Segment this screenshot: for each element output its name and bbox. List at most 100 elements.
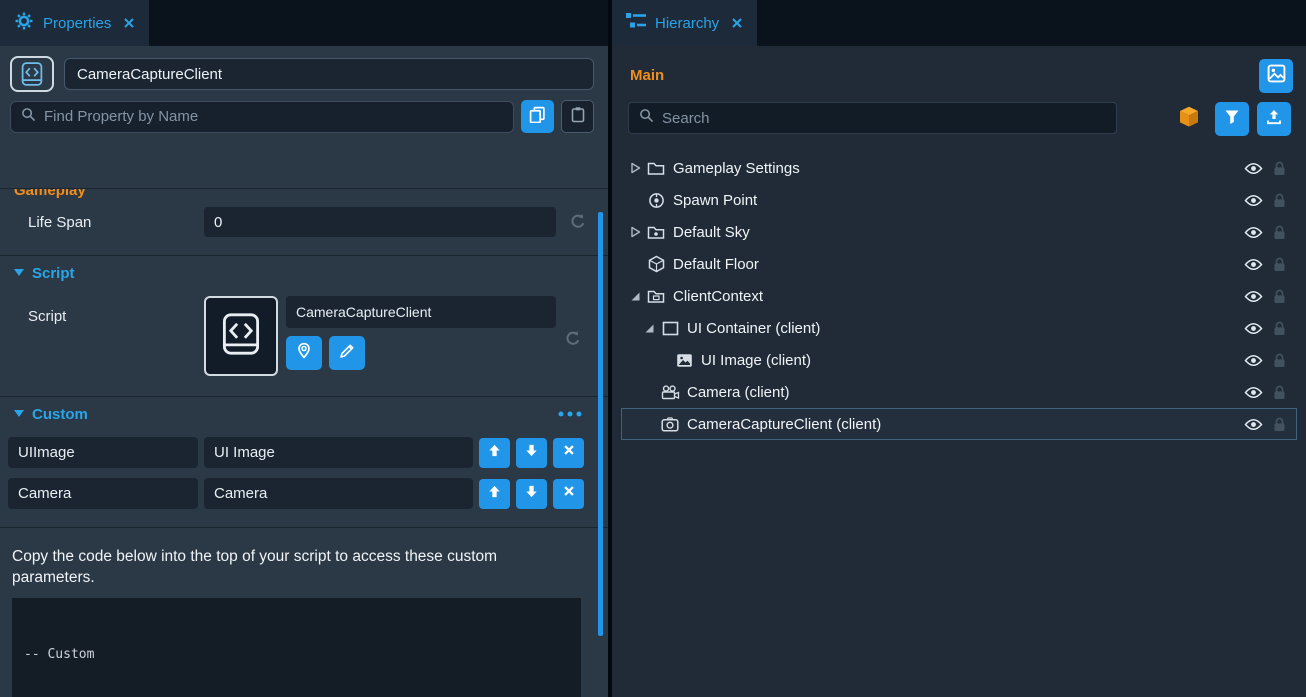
visibility-eye-icon[interactable] [1240,226,1266,239]
upload-icon [1266,109,1282,130]
script-asset-button[interactable] [204,296,278,376]
lock-icon[interactable] [1266,289,1292,304]
tree-row[interactable]: ClientContext [621,280,1297,312]
lock-icon[interactable] [1266,257,1292,272]
visibility-eye-icon[interactable] [1240,322,1266,335]
properties-tabbar: Properties [0,0,608,46]
expander-collapsed-icon[interactable] [627,162,644,174]
script-value-field[interactable]: CameraCaptureClient [286,296,556,328]
tab-properties-label: Properties [43,15,111,32]
visibility-eye-icon[interactable] [1240,354,1266,367]
tree-item-label: Gameplay Settings [673,160,1240,177]
folder-sky-icon [644,224,668,240]
tree-item-label: UI Container (client) [687,320,1240,337]
folder-client-icon [644,288,668,304]
custom-property-name-field[interactable]: UIImage [8,437,198,468]
upload-button[interactable] [1257,102,1291,136]
lock-icon[interactable] [1266,417,1292,432]
tree-row[interactable]: UI Image (client) [621,344,1297,376]
collapse-triangle-icon[interactable] [14,264,24,282]
spawn-point-icon [644,192,668,209]
hierarchy-body: Main [612,46,1306,697]
visibility-eye-icon[interactable] [1240,418,1266,431]
tree-item-label: Default Floor [673,256,1240,273]
lock-icon[interactable] [1266,353,1292,368]
reset-circular-arrow-icon[interactable] [564,330,582,348]
move-down-button[interactable] [516,438,547,468]
code-line: -- Custom [24,646,569,664]
code-snippet[interactable]: -- Custom local UIIMAGE = script:GetCust… [12,598,581,697]
tree-row[interactable]: Default Sky [621,216,1297,248]
tree-row[interactable]: Default Floor [621,248,1297,280]
filter-button[interactable] [1215,102,1249,136]
visibility-eye-icon[interactable] [1240,162,1266,175]
edit-script-button[interactable] [329,336,365,370]
scene-name-label: Main [630,67,664,84]
copy-properties-button[interactable] [521,100,554,133]
hierarchy-panel: Hierarchy Main [612,0,1306,697]
tree-item-label: CameraCaptureClient (client) [687,416,1240,433]
tree-row[interactable]: UI Container (client) [621,312,1297,344]
close-icon[interactable] [731,17,743,29]
hierarchy-search-input[interactable] [662,110,1106,127]
remove-x-icon [562,484,576,503]
move-up-button[interactable] [479,438,510,468]
move-down-button[interactable] [516,479,547,509]
custom-property-value-field[interactable]: UI Image [204,437,473,468]
life-span-input[interactable] [204,207,556,237]
gear-icon [14,11,34,36]
custom-property-name-field[interactable]: Camera [8,478,198,509]
visibility-eye-icon[interactable] [1240,290,1266,303]
copy-icon [529,106,546,128]
expander-collapsed-icon[interactable] [627,226,644,238]
folder-icon [644,160,668,176]
tree-item-label: UI Image (client) [701,352,1240,369]
tab-hierarchy-label: Hierarchy [655,15,719,32]
remove-custom-property-button[interactable] [553,438,584,468]
section-script-header[interactable]: Script [0,256,608,290]
tab-properties[interactable]: Properties [0,0,149,46]
more-options-dots-icon[interactable] [558,411,582,417]
object-name-input[interactable] [64,58,594,90]
tree-row[interactable]: Camera (client) [621,376,1297,408]
lock-icon[interactable] [1266,225,1292,240]
properties-body: Gameplay Life Span Script Script [0,46,608,697]
custom-property-value-field[interactable]: Camera [204,478,473,509]
custom-help-text: Copy the code below into the top of your… [0,528,608,588]
visibility-eye-icon[interactable] [1240,194,1266,207]
find-property-field[interactable] [10,101,514,133]
find-property-input[interactable] [44,108,503,125]
visibility-eye-icon[interactable] [1240,386,1266,399]
tree-row[interactable]: CameraCaptureClient (client) [621,408,1297,440]
cube-icon [644,255,668,273]
lock-icon[interactable] [1266,321,1292,336]
scene-settings-button[interactable] [1259,59,1293,93]
search-icon [639,108,654,128]
hierarchy-search-field[interactable] [628,102,1117,134]
expander-expanded-icon[interactable] [627,291,644,302]
vertical-scrollbar-thumb[interactable] [598,212,603,636]
reset-circular-arrow-icon[interactable] [569,213,587,231]
find-script-asset-button[interactable] [286,336,322,370]
lock-icon[interactable] [1266,385,1292,400]
tab-hierarchy[interactable]: Hierarchy [612,0,757,46]
expander-expanded-icon[interactable] [641,323,658,334]
visibility-eye-icon[interactable] [1240,258,1266,271]
section-gameplay-header[interactable]: Gameplay [0,188,608,199]
filter-icon [1224,109,1240,130]
move-up-button[interactable] [479,479,510,509]
paste-properties-button[interactable] [561,100,594,133]
package-button[interactable] [1170,102,1208,136]
tree-row[interactable]: Spawn Point [621,184,1297,216]
collapse-triangle-icon[interactable] [14,405,24,423]
remove-custom-property-button[interactable] [553,479,584,509]
section-custom-header[interactable]: Custom [0,397,608,431]
paste-icon [570,106,586,128]
tree-row[interactable]: Gameplay Settings [621,152,1297,184]
close-icon[interactable] [123,17,135,29]
lock-icon[interactable] [1266,193,1292,208]
script-property-row: Script CameraCaptureClient [0,290,608,386]
ui-container-icon [658,321,682,336]
lock-icon[interactable] [1266,161,1292,176]
properties-scroll-area: Gameplay Life Span Script Script [0,188,608,697]
